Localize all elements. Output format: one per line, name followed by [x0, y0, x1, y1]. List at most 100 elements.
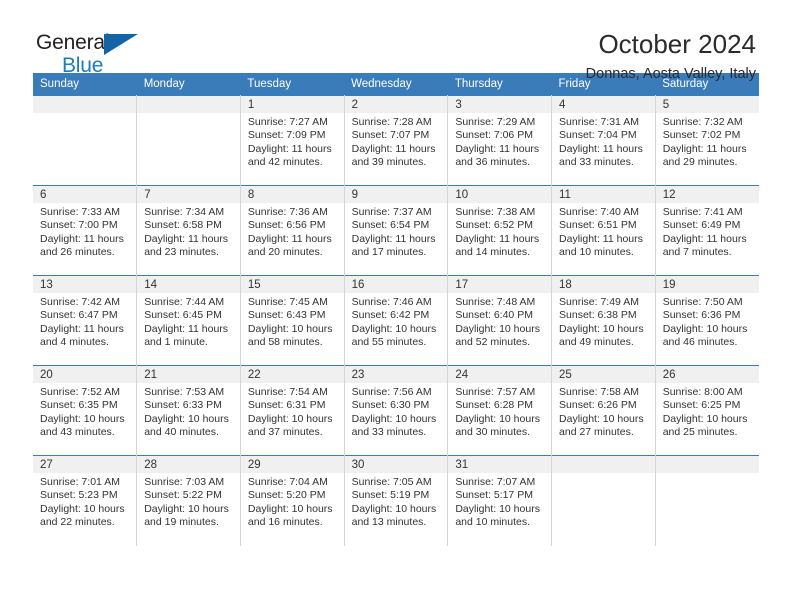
daylight-duration: Daylight: 10 hours: [455, 322, 540, 335]
day-details: Sunrise: 7:34 AM Sunset: 6:58 PM Daylight:…: [137, 203, 240, 260]
sunset-time: Sunset: 6:54 PM: [351, 219, 430, 232]
day-number: 7: [137, 186, 240, 203]
daylight-duration-cont: and 27 minutes.: [559, 426, 634, 439]
page-title: October 2024: [598, 29, 756, 59]
sunset-time: Sunset: 6:51 PM: [559, 219, 637, 232]
day-number: 23: [344, 366, 448, 383]
daylight-duration-cont: and 49 minutes.: [559, 336, 634, 349]
general-blue-logo[interactable]: General Blue: [36, 31, 156, 79]
calendar-day-cell[interactable]: 1 Sunrise: 7:27 AM Sunset: 7:09 PM Daylight…: [240, 95, 345, 186]
day-number: 4: [552, 96, 655, 113]
calendar-day-cell[interactable]: 10 Sunrise: 7:38 AM Sunset: 6:52 PM Dayligh…: [447, 185, 553, 276]
daylight-duration: Daylight: 10 hours: [351, 412, 437, 425]
daylight-duration-cont: and 46 minutes.: [662, 336, 738, 349]
calendar-week-row: 20 Sunrise: 7:52 AM Sunset: 6:35 PM Dayligh…: [33, 365, 759, 456]
day-number: 24: [448, 366, 552, 383]
sunrise-time: Sunrise: 7:34 AM: [144, 206, 225, 218]
calendar-day-cell[interactable]: 26 Sunrise: 8:00 AM Sunset: 6:25 PM Dayligh…: [655, 365, 759, 456]
calendar-day-cell[interactable]: 28 Sunrise: 7:03 AM Sunset: 5:22 PM Dayligh…: [136, 455, 241, 546]
day-details: Sunrise: 7:57 AM Sunset: 6:28 PM Daylight:…: [448, 383, 551, 440]
daylight-duration: Daylight: 11 hours: [144, 232, 229, 245]
daylight-duration-cont: and 30 minutes.: [455, 426, 531, 439]
calendar-day-cell[interactable]: 13 Sunrise: 7:42 AM Sunset: 6:47 PM Dayligh…: [33, 275, 138, 366]
sunset-time: Sunset: 6:47 PM: [40, 309, 118, 322]
sunset-time: Sunset: 6:49 PM: [662, 219, 741, 232]
sunrise-time: Sunrise: 7:53 AM: [144, 386, 225, 398]
daylight-duration-cont: and 4 minutes.: [40, 336, 109, 349]
calendar-day-cell[interactable]: 8 Sunrise: 7:36 AM Sunset: 6:56 PM Daylight…: [240, 185, 345, 276]
sunset-time: Sunset: 7:09 PM: [247, 129, 326, 142]
sunrise-sunset-calendar: Sunday Monday Tuesday Wednesday Thursday…: [33, 73, 759, 546]
sunset-time: Sunset: 5:23 PM: [40, 489, 118, 502]
calendar-day-cell[interactable]: 14 Sunrise: 7:44 AM Sunset: 6:45 PM Dayligh…: [136, 275, 241, 366]
calendar-day-cell[interactable]: 17 Sunrise: 7:48 AM Sunset: 6:40 PM Dayligh…: [447, 275, 553, 366]
calendar-day-cell[interactable]: 22 Sunrise: 7:54 AM Sunset: 6:31 PM Dayligh…: [240, 365, 345, 456]
daylight-duration: Daylight: 10 hours: [559, 412, 644, 425]
calendar-day-cell[interactable]: 25 Sunrise: 7:58 AM Sunset: 6:26 PM Dayligh…: [551, 365, 656, 456]
day-number: 29: [240, 456, 344, 473]
calendar-day-cell[interactable]: 18 Sunrise: 7:49 AM Sunset: 6:38 PM Dayligh…: [551, 275, 656, 366]
calendar-day-cell[interactable]: 19 Sunrise: 7:50 AM Sunset: 6:36 PM Dayligh…: [655, 275, 759, 366]
calendar-day-cell[interactable]: 29 Sunrise: 7:04 AM Sunset: 5:20 PM Dayligh…: [240, 455, 345, 546]
sunrise-time: Sunrise: 7:38 AM: [455, 206, 536, 218]
calendar-day-cell[interactable]: 2 Sunrise: 7:28 AM Sunset: 7:07 PM Daylight…: [344, 95, 449, 186]
day-details: Sunrise: 7:50 AM Sunset: 6:36 PM Daylight:…: [656, 293, 759, 350]
calendar-day-cell[interactable]: 20 Sunrise: 7:52 AM Sunset: 6:35 PM Dayligh…: [33, 365, 138, 456]
calendar-day-cell-empty: [655, 455, 759, 546]
sunset-time: Sunset: 7:04 PM: [559, 129, 637, 142]
calendar-day-cell[interactable]: 30 Sunrise: 7:05 AM Sunset: 5:19 PM Dayligh…: [344, 455, 449, 546]
calendar-day-cell[interactable]: 31 Sunrise: 7:07 AM Sunset: 5:17 PM Dayligh…: [447, 455, 553, 546]
daylight-duration-cont: and 10 minutes.: [455, 516, 531, 529]
day-details: Sunrise: 7:01 AM Sunset: 5:23 PM Daylight:…: [33, 473, 136, 530]
calendar-day-cell[interactable]: 16 Sunrise: 7:46 AM Sunset: 6:42 PM Dayligh…: [344, 275, 449, 366]
daylight-duration: Daylight: 10 hours: [144, 502, 229, 515]
calendar-day-cell[interactable]: 27 Sunrise: 7:01 AM Sunset: 5:23 PM Dayligh…: [33, 455, 138, 546]
calendar-day-cell[interactable]: 3 Sunrise: 7:29 AM Sunset: 7:06 PM Daylight…: [447, 95, 553, 186]
sunset-time: Sunset: 6:40 PM: [455, 309, 533, 322]
calendar-week-row: 1 Sunrise: 7:27 AM Sunset: 7:09 PM Daylight…: [33, 95, 759, 186]
daylight-duration-cont: and 58 minutes.: [247, 336, 323, 349]
day-number: 19: [655, 276, 759, 293]
day-details: Sunrise: 7:40 AM Sunset: 6:51 PM Daylight:…: [552, 203, 655, 260]
daylight-duration-cont: and 37 minutes.: [247, 426, 323, 439]
daylight-duration-cont: and 52 minutes.: [455, 336, 531, 349]
calendar-day-cell[interactable]: 6 Sunrise: 7:33 AM Sunset: 7:00 PM Daylight…: [33, 185, 138, 276]
calendar-day-cell[interactable]: 11 Sunrise: 7:40 AM Sunset: 6:51 PM Dayligh…: [551, 185, 656, 276]
day-number: 21: [137, 366, 240, 383]
sunrise-time: Sunrise: 7:28 AM: [351, 116, 432, 128]
sunrise-time: Sunrise: 7:41 AM: [662, 206, 743, 218]
day-details: Sunrise: 7:53 AM Sunset: 6:33 PM Daylight:…: [137, 383, 240, 440]
sunset-time: Sunset: 6:56 PM: [247, 219, 326, 232]
sunset-time: Sunset: 6:31 PM: [247, 399, 326, 412]
day-number: [552, 456, 655, 473]
day-number: 25: [552, 366, 655, 383]
daylight-duration: Daylight: 10 hours: [662, 412, 748, 425]
daylight-duration: Daylight: 10 hours: [559, 322, 644, 335]
calendar-day-cell[interactable]: 23 Sunrise: 7:56 AM Sunset: 6:30 PM Dayligh…: [344, 365, 449, 456]
sunset-time: Sunset: 5:20 PM: [247, 489, 326, 502]
sunset-time: Sunset: 7:00 PM: [40, 219, 118, 232]
day-details: Sunrise: 7:49 AM Sunset: 6:38 PM Daylight:…: [552, 293, 655, 350]
calendar-day-cell[interactable]: 21 Sunrise: 7:53 AM Sunset: 6:33 PM Dayligh…: [136, 365, 241, 456]
sunrise-time: Sunrise: 7:31 AM: [559, 116, 639, 128]
calendar-day-cell[interactable]: 7 Sunrise: 7:34 AM Sunset: 6:58 PM Daylight…: [136, 185, 241, 276]
sunset-time: Sunset: 6:25 PM: [662, 399, 741, 412]
calendar-day-cell[interactable]: 12 Sunrise: 7:41 AM Sunset: 6:49 PM Dayligh…: [655, 185, 759, 276]
calendar-day-cell[interactable]: 9 Sunrise: 7:37 AM Sunset: 6:54 PM Daylight…: [344, 185, 449, 276]
daylight-duration: Daylight: 10 hours: [40, 502, 125, 515]
daylight-duration-cont: and 14 minutes.: [455, 246, 531, 259]
day-number: 11: [552, 186, 655, 203]
day-number: 26: [655, 366, 759, 383]
sunset-time: Sunset: 7:06 PM: [455, 129, 533, 142]
sunset-time: Sunset: 6:28 PM: [455, 399, 533, 412]
calendar-day-cell[interactable]: 4 Sunrise: 7:31 AM Sunset: 7:04 PM Daylight…: [551, 95, 656, 186]
sunset-time: Sunset: 7:07 PM: [351, 129, 430, 142]
sunrise-time: Sunrise: 7:27 AM: [247, 116, 328, 128]
calendar-day-cell[interactable]: 5 Sunrise: 7:32 AM Sunset: 7:02 PM Daylight…: [655, 95, 759, 186]
daylight-duration: Daylight: 11 hours: [455, 142, 540, 155]
calendar-day-cell[interactable]: 24 Sunrise: 7:57 AM Sunset: 6:28 PM Dayligh…: [447, 365, 553, 456]
calendar-week-row: 6 Sunrise: 7:33 AM Sunset: 7:00 PM Daylight…: [33, 185, 759, 276]
daylight-duration-cont: and 17 minutes.: [351, 246, 427, 259]
calendar-day-cell[interactable]: 15 Sunrise: 7:45 AM Sunset: 6:43 PM Dayligh…: [240, 275, 345, 366]
day-details: Sunrise: 7:37 AM Sunset: 6:54 PM Daylight:…: [345, 203, 448, 260]
